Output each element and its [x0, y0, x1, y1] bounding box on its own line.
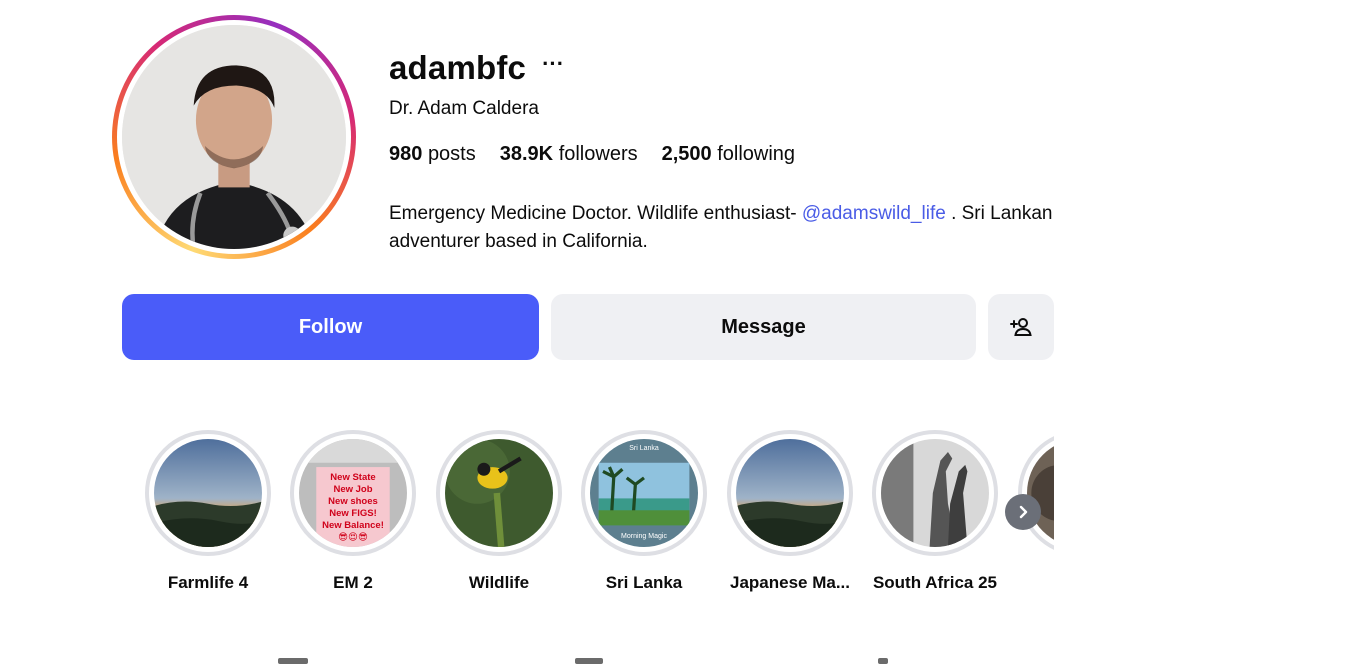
highlight-item[interactable]: Japanese Ma...	[717, 430, 863, 593]
highlight-cover: New State New Job New shoes New FIGS! Ne…	[299, 439, 407, 547]
reels-tab-icon[interactable]	[575, 658, 603, 664]
profile-stats: 980 posts 38.9K followers 2,500 followin…	[389, 143, 1069, 169]
highlight-item[interactable]: Sri Lanka Morning Magic Sri Lanka	[571, 430, 717, 593]
followers-stat[interactable]: 38.9K followers	[500, 143, 638, 169]
highlight-overlay-line: New Job	[333, 484, 373, 495]
highlight-cover: Sri Lanka Morning Magic	[590, 439, 698, 547]
follow-button[interactable]: Follow	[122, 294, 539, 360]
highlights-next-button[interactable]	[1005, 494, 1041, 530]
story-highlights: Farmlife 4 New State New Job New shoes N…	[122, 430, 1054, 600]
highlight-cover	[736, 439, 844, 547]
highlight-overlay-line: New State	[330, 472, 376, 483]
add-user-icon	[1010, 318, 1032, 336]
story-ring[interactable]	[112, 15, 356, 259]
posts-tab-icon[interactable]	[278, 658, 308, 664]
highlight-cover	[445, 439, 553, 547]
bio-text-before: Emergency Medicine Doctor. Wildlife enth…	[389, 203, 802, 224]
highlight-label: South Africa 25	[872, 573, 998, 592]
chevron-right-icon	[1019, 505, 1028, 519]
highlight-label: Fa	[1008, 573, 1054, 593]
posts-stat: 980 posts	[389, 143, 476, 165]
highlight-label: EM 2	[333, 573, 373, 592]
username-row: adambfc ···	[389, 48, 1069, 88]
ellipsis-icon[interactable]: ···	[542, 53, 564, 75]
highlight-overlay-line: New shoes	[328, 496, 378, 507]
highlight-label: Sri Lanka	[605, 573, 683, 592]
highlight-label: Farmlife 4	[167, 573, 249, 592]
highlight-item[interactable]: South Africa 25	[862, 430, 1008, 593]
message-button[interactable]: Message	[551, 294, 976, 360]
avatar[interactable]	[122, 25, 346, 249]
highlight-overlay-bottom: Morning Magic	[621, 533, 667, 540]
highlight-item[interactable]: Wildlife	[426, 430, 572, 593]
following-stat[interactable]: 2,500 following	[662, 143, 795, 169]
highlight-cover	[154, 439, 262, 547]
bio: Emergency Medicine Doctor. Wildlife enth…	[389, 200, 1059, 256]
profile-actions: Follow Message	[122, 294, 1054, 360]
suggested-users-button[interactable]	[988, 294, 1054, 360]
highlight-overlay-top: Sri Lanka	[629, 445, 659, 452]
highlight-cover	[1027, 439, 1054, 547]
full-name: Dr. Adam Caldera	[389, 98, 539, 119]
highlight-overlay-line: New FIGS!	[329, 508, 377, 519]
bio-mention-link[interactable]: @adamswild_life	[802, 203, 946, 224]
highlight-cover	[881, 439, 989, 547]
highlight-overlay-line: New Balance!	[322, 520, 384, 531]
profile-info: adambfc ··· Dr. Adam Caldera 980 posts 3…	[389, 48, 1069, 256]
highlight-label: Wildlife	[468, 573, 530, 592]
highlight-item[interactable]: Farmlife 4	[135, 430, 281, 593]
highlight-overlay-line: 😎😍😎	[338, 532, 368, 543]
tagged-tab-icon[interactable]	[878, 658, 888, 664]
highlight-item[interactable]: New State New Job New shoes New FIGS! Ne…	[280, 430, 426, 593]
highlight-label: Japanese Ma...	[729, 573, 850, 592]
username: adambfc	[389, 49, 527, 86]
profile-header: adambfc ··· Dr. Adam Caldera 980 posts 3…	[0, 0, 1365, 270]
